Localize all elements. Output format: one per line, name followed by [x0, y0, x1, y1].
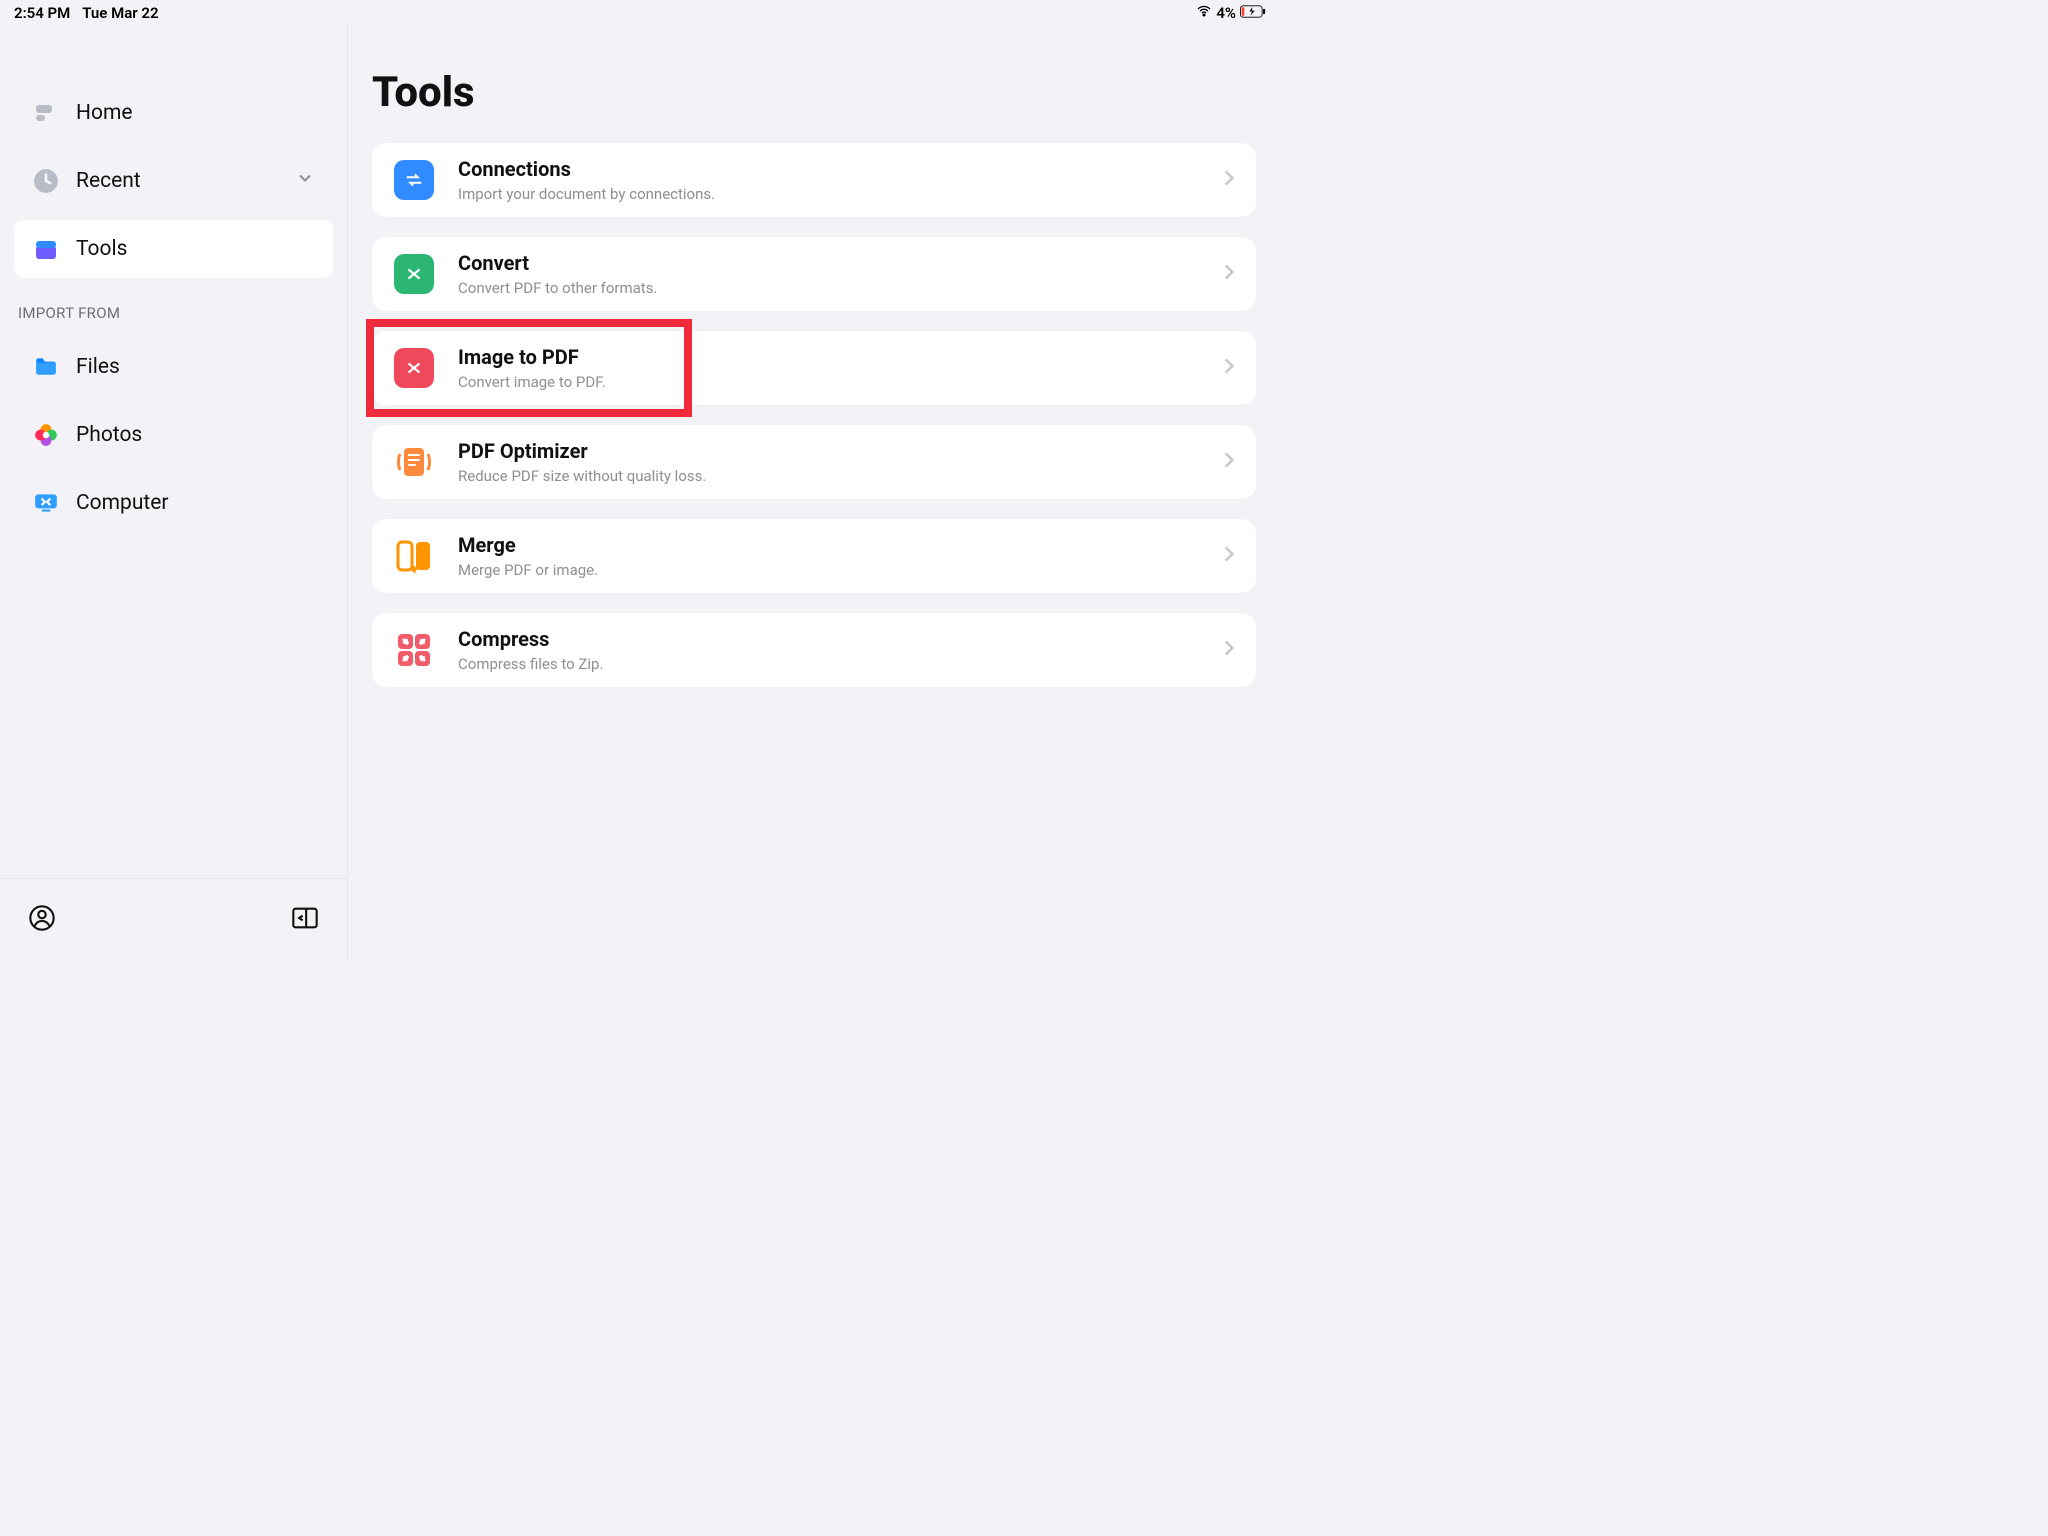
sidebar-item-label: Recent: [76, 169, 141, 193]
sidebar-item-label: Home: [76, 101, 133, 125]
tool-title: PDF Optimizer: [458, 439, 1224, 463]
chevron-right-icon: [1224, 639, 1234, 661]
tool-sub: Reduce PDF size without quality loss.: [458, 467, 1224, 485]
sidebar-item-label: Photos: [76, 423, 142, 447]
tool-compress[interactable]: Compress Compress files to Zip.: [372, 613, 1256, 687]
tool-sub: Compress files to Zip.: [458, 655, 1224, 673]
folder-icon: [32, 353, 60, 381]
tool-title: Merge: [458, 533, 1224, 557]
connections-icon: [394, 160, 434, 200]
status-bar: 2:54 PM Tue Mar 22 4%: [0, 0, 1280, 22]
sidebar-item-label: Tools: [76, 237, 127, 261]
tool-sub: Import your document by connections.: [458, 185, 1224, 203]
status-time: 2:54 PM: [14, 4, 70, 22]
chevron-right-icon: [1224, 357, 1234, 379]
sidebar-item-label: Computer: [76, 491, 169, 515]
tool-title: Convert: [458, 251, 1224, 275]
wifi-icon: [1196, 3, 1212, 23]
merge-icon: [394, 536, 434, 576]
optimizer-icon: [394, 442, 434, 482]
sidebar-item-home[interactable]: Home: [14, 84, 333, 142]
tool-sub: Convert image to PDF.: [458, 373, 1224, 391]
tool-sub: Convert PDF to other formats.: [458, 279, 1224, 297]
account-button[interactable]: [28, 904, 56, 936]
tool-title: Compress: [458, 627, 1224, 651]
sidebar-item-computer[interactable]: Computer: [14, 474, 333, 532]
battery-charging-icon: [1240, 4, 1266, 22]
computer-transfer-icon: [32, 489, 60, 517]
collapse-sidebar-button[interactable]: [291, 904, 319, 936]
chevron-right-icon: [1224, 169, 1234, 191]
image-to-pdf-icon: [394, 348, 434, 388]
sidebar-section-import: IMPORT FROM: [0, 288, 347, 328]
sidebar-item-files[interactable]: Files: [14, 338, 333, 396]
photos-icon: [32, 421, 60, 449]
clock-icon: [32, 167, 60, 195]
tool-connections[interactable]: Connections Import your document by conn…: [372, 143, 1256, 217]
tool-image-to-pdf[interactable]: Image to PDF Convert image to PDF.: [372, 331, 1256, 405]
tools-icon: [32, 235, 60, 263]
sidebar-item-recent[interactable]: Recent: [14, 152, 333, 210]
sidebar-item-label: Files: [76, 355, 120, 379]
chevron-right-icon: [1224, 545, 1234, 567]
status-battery-pct: 4%: [1216, 4, 1236, 22]
tool-pdf-optimizer[interactable]: PDF Optimizer Reduce PDF size without qu…: [372, 425, 1256, 499]
sidebar-item-tools[interactable]: Tools: [14, 220, 333, 278]
convert-icon: [394, 254, 434, 294]
tool-title: Image to PDF: [458, 345, 1224, 369]
home-icon: [32, 99, 60, 127]
tool-sub: Merge PDF or image.: [458, 561, 1224, 579]
chevron-down-icon: [295, 168, 315, 194]
chevron-right-icon: [1224, 263, 1234, 285]
page-title: Tools: [372, 68, 1256, 117]
sidebar-item-photos[interactable]: Photos: [14, 406, 333, 464]
tool-convert[interactable]: Convert Convert PDF to other formats.: [372, 237, 1256, 311]
sidebar: Home Recent Tools IMPORT FROM: [0, 24, 348, 960]
compress-icon: [394, 630, 434, 670]
tool-title: Connections: [458, 157, 1224, 181]
chevron-right-icon: [1224, 451, 1234, 473]
main-content: Tools Connections Import your document b…: [348, 24, 1280, 960]
status-date: Tue Mar 22: [82, 4, 158, 22]
tool-merge[interactable]: Merge Merge PDF or image.: [372, 519, 1256, 593]
